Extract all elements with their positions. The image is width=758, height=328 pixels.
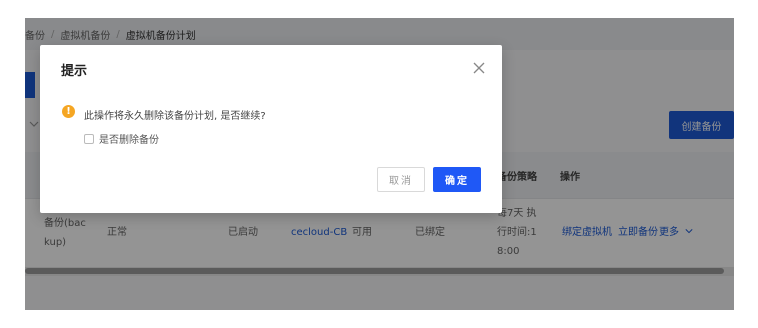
warning-icon: ! (62, 105, 75, 118)
confirm-button[interactable]: 确定 (433, 167, 481, 192)
dialog-message: 此操作将永久删除该备份计划, 是否继续? (84, 111, 266, 122)
dialog-title: 提示 (61, 64, 88, 79)
delete-backup-option[interactable]: 是否删除备份 (84, 131, 159, 146)
close-icon[interactable] (472, 61, 486, 75)
delete-backup-label: 是否删除备份 (99, 135, 159, 146)
cancel-button[interactable]: 取消 (377, 167, 425, 192)
confirm-dialog: 提示 ! 此操作将永久删除该备份计划, 是否继续? 是否删除备份 取消 确定 (40, 45, 502, 213)
delete-backup-checkbox[interactable] (84, 133, 94, 144)
